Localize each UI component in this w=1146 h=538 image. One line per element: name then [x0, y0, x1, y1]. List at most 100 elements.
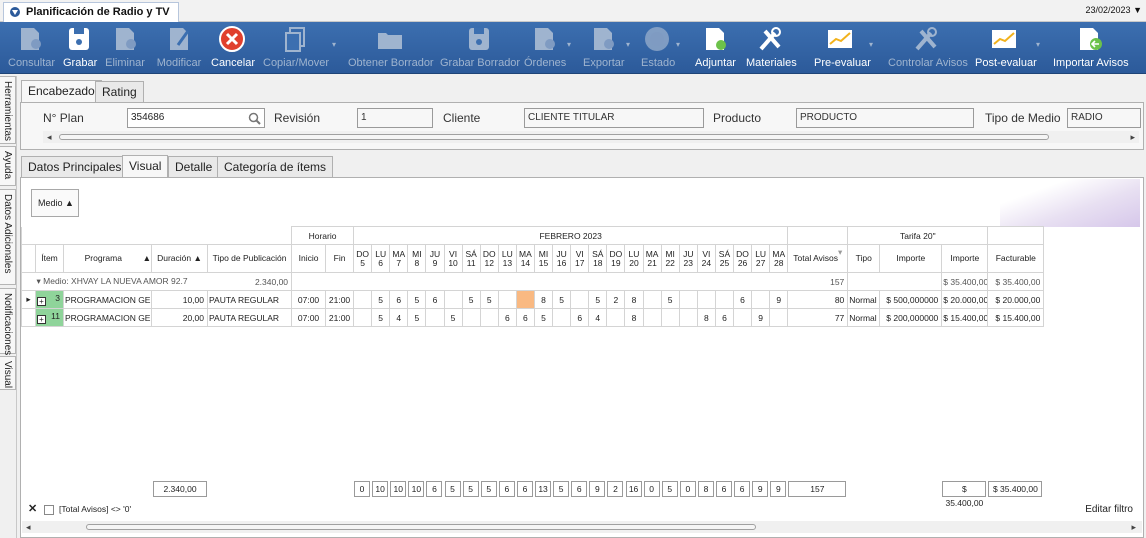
col-day[interactable]: LU 13 — [497, 244, 517, 273]
day-cell[interactable]: 5 — [461, 290, 481, 309]
day-cell[interactable] — [606, 308, 626, 327]
day-cell[interactable] — [570, 290, 590, 309]
day-cell[interactable]: 5 — [407, 290, 427, 309]
day-cell[interactable]: 8 — [624, 308, 644, 327]
day-cell[interactable] — [714, 290, 735, 309]
facturable-cell[interactable]: $ 20.000,00 — [987, 290, 1045, 309]
materiales-button[interactable]: Materiales — [746, 22, 797, 74]
day-cell[interactable]: 5 — [479, 290, 499, 309]
day-cell[interactable] — [642, 308, 662, 327]
side-tab-ayuda[interactable]: Ayuda — [0, 146, 16, 186]
edit-filter-link[interactable]: Editar filtro — [1085, 504, 1133, 515]
col-programa[interactable]: Programa ▲ — [63, 244, 152, 273]
col-day[interactable]: MI 22 — [660, 244, 680, 273]
col-day[interactable]: MI 15 — [533, 244, 554, 273]
day-cell[interactable]: 6 — [732, 290, 753, 309]
grid-scrollbar[interactable]: ◂ ▸ — [22, 521, 1142, 533]
day-cell[interactable]: 6 — [497, 308, 517, 327]
day-cell[interactable] — [353, 290, 373, 309]
copiar-mover-button[interactable]: Copiar/Mover ▾ — [263, 22, 336, 74]
day-cell[interactable] — [353, 308, 373, 327]
exportar-button[interactable]: Exportar ▾ — [583, 22, 630, 74]
ribbon-dropdown-icon[interactable]: ▾ — [332, 40, 336, 49]
filter-icon[interactable]: ▾ — [838, 247, 842, 257]
col-day[interactable]: DO 5 — [353, 244, 373, 273]
total-avisos-cell[interactable]: 77 — [787, 308, 849, 327]
col-inicio[interactable]: Inicio — [291, 244, 327, 273]
tab-detalle[interactable]: Detalle — [168, 156, 220, 178]
item-cell[interactable]: +3 — [35, 290, 64, 309]
facturable-cell[interactable]: $ 15.400,00 — [987, 308, 1045, 327]
col-facturable[interactable]: Facturable — [987, 244, 1045, 273]
importar-avisos-button[interactable]: Importar Avisos — [1053, 22, 1129, 74]
col-day[interactable]: DO 19 — [606, 244, 626, 273]
importe-cell[interactable]: $ 20.000,00 — [941, 290, 989, 309]
day-cell[interactable]: 8 — [533, 290, 554, 309]
day-cell[interactable]: 6 — [515, 308, 535, 327]
obtener-borrador-button[interactable]: Obtener Borrador — [348, 22, 434, 74]
day-cell[interactable]: 9 — [769, 290, 789, 309]
group-row[interactable]: ▾ Medio: XHVAY LA NUEVA AMOR 92.7 2.340,0… — [21, 272, 1045, 291]
day-cell[interactable] — [443, 290, 463, 309]
table-row[interactable]: +11PROGRAMACION GENERAL20,00PAUTA REGULA… — [21, 308, 1045, 327]
col-day[interactable]: MA 28 — [769, 244, 789, 273]
day-cell[interactable] — [552, 308, 572, 327]
órdenes-button[interactable]: Órdenes ▾ — [524, 22, 571, 74]
date-display[interactable]: 23/02/2023 ▼ — [1086, 5, 1142, 15]
ribbon-dropdown-icon[interactable]: ▾ — [1036, 40, 1040, 49]
day-cell[interactable]: 8 — [624, 290, 644, 309]
day-cell[interactable] — [769, 308, 789, 327]
item-cell[interactable]: +11 — [35, 308, 64, 327]
day-cell[interactable]: 5 — [588, 290, 608, 309]
tab-categoria-items[interactable]: Categoría de ítems — [217, 156, 334, 178]
day-cell[interactable]: 6 — [389, 290, 409, 309]
header-scrollbar[interactable]: ◂ ▸ — [43, 131, 1139, 143]
day-cell[interactable]: 6 — [570, 308, 590, 327]
tipo-cell[interactable]: Normal — [847, 308, 881, 327]
expand-icon[interactable]: + — [37, 315, 46, 324]
grabar-button[interactable]: Grabar — [63, 22, 97, 74]
day-cell[interactable] — [678, 290, 698, 309]
col-day[interactable]: SÁ 11 — [461, 244, 481, 273]
day-cell[interactable]: 4 — [588, 308, 608, 327]
grid-scroll-right-icon[interactable]: ▸ — [1131, 521, 1136, 533]
modificar-button[interactable]: Modificar — [156, 22, 202, 74]
col-day[interactable]: JU 9 — [425, 244, 445, 273]
col-day[interactable]: LU 20 — [624, 244, 644, 273]
day-cell[interactable]: 5 — [371, 290, 391, 309]
ribbon-dropdown-icon[interactable]: ▾ — [567, 40, 571, 49]
consultar-button[interactable]: Consultar — [8, 22, 55, 74]
side-tab-herramientas[interactable]: Herramientas — [0, 76, 16, 144]
col-day[interactable]: DO 12 — [479, 244, 499, 273]
day-cell[interactable] — [642, 290, 662, 309]
col-day[interactable]: JU 23 — [678, 244, 698, 273]
duracion-cell[interactable]: 20,00 — [151, 308, 208, 327]
day-cell[interactable]: 5 — [371, 308, 391, 327]
col-tipo[interactable]: Tipo — [847, 244, 881, 273]
col-duracion[interactable]: Duración ▲ — [151, 244, 208, 273]
col-day[interactable]: JU 16 — [552, 244, 572, 273]
day-cell[interactable]: 2 — [606, 290, 626, 309]
col-day[interactable]: MA 21 — [642, 244, 662, 273]
grid-scroll-left-icon[interactable]: ◂ — [26, 521, 31, 533]
collapse-icon[interactable]: ▾ — [37, 276, 41, 286]
col-day[interactable]: SÁ 18 — [588, 244, 608, 273]
dropdown-icon[interactable]: ▼ — [1133, 5, 1142, 15]
post-evaluar-button[interactable]: Post-evaluar ▾ — [975, 22, 1040, 74]
ribbon-dropdown-icon[interactable]: ▾ — [626, 40, 630, 49]
filter-checkbox[interactable] — [44, 505, 54, 515]
programa-cell[interactable]: PROGRAMACION GENERAL — [63, 290, 152, 309]
filter-expression[interactable]: [Total Avisos] <> '0' — [59, 501, 131, 518]
group-by-medio-button[interactable]: Medio ▲ — [31, 189, 79, 217]
day-cell[interactable] — [515, 290, 535, 309]
clear-filter-icon[interactable]: ✕ — [28, 501, 37, 518]
col-tipo-publicacion[interactable]: Tipo de Publicación — [206, 244, 293, 273]
inicio-cell[interactable]: 07:00 — [291, 308, 327, 327]
inicio-cell[interactable]: 07:00 — [291, 290, 327, 309]
col-day[interactable]: SÁ 25 — [714, 244, 735, 273]
eliminar-button[interactable]: Eliminar — [105, 22, 145, 74]
importe-cell[interactable]: $ 15.400,00 — [941, 308, 989, 327]
tipo-publicacion-cell[interactable]: PAUTA REGULAR — [206, 290, 293, 309]
col-fin[interactable]: Fin — [325, 244, 355, 273]
importe-unit-cell[interactable]: $ 500,000000 — [879, 290, 943, 309]
